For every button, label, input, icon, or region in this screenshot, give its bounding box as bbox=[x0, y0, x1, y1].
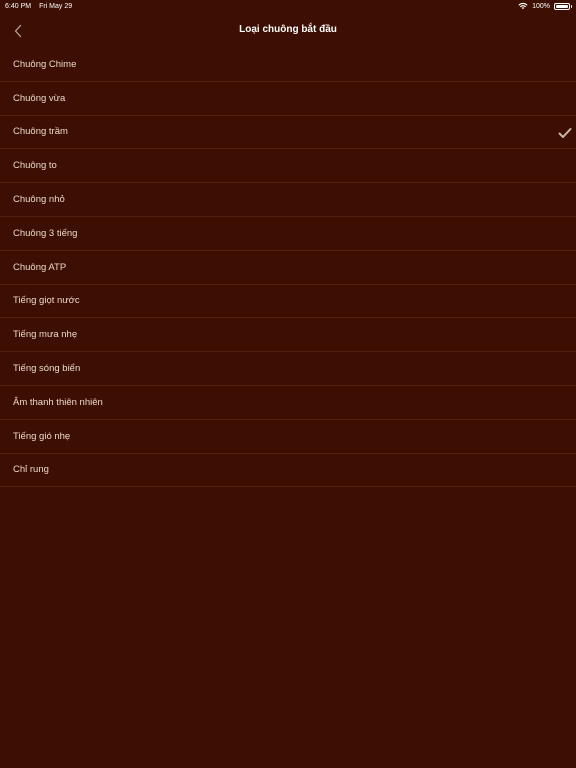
checkmark-icon bbox=[558, 127, 572, 138]
status-left: 6:40 PM Fri May 29 bbox=[5, 3, 72, 10]
list-item[interactable]: Tiếng mưa nhẹ bbox=[0, 318, 576, 353]
list-item[interactable]: Chuông to bbox=[0, 149, 576, 184]
list-item[interactable]: Chuông nhỏ bbox=[0, 183, 576, 217]
list-item[interactable]: Chuông vừa bbox=[0, 82, 576, 116]
list-item[interactable]: Chuông ATP bbox=[0, 251, 576, 285]
battery-icon bbox=[554, 2, 572, 10]
list-item[interactable]: Âm thanh thiên nhiên bbox=[0, 386, 576, 420]
battery-fill bbox=[556, 4, 568, 8]
list-item-label: Tiếng mưa nhẹ bbox=[13, 329, 78, 341]
list-item[interactable]: Tiếng sóng biển bbox=[0, 352, 576, 386]
list-item-label: Chuông vừa bbox=[13, 92, 66, 104]
list-item[interactable]: Chuông Chime bbox=[0, 48, 576, 82]
list-item-label: Chuông trầm bbox=[13, 126, 68, 138]
list-item-label: Chuông Chime bbox=[13, 58, 77, 70]
navigation-bar: Loại chuông bắt đầu bbox=[0, 14, 576, 48]
list-item-label: Chuông ATP bbox=[13, 261, 67, 273]
list-item-label: Tiếng sóng biển bbox=[13, 363, 81, 375]
sound-list: Chuông Chime Chuông vừa Chuông trầm Chuông … bbox=[0, 48, 576, 488]
list-item-label: Tiếng giọt nước bbox=[13, 295, 80, 307]
list-item[interactable]: Tiếng giọt nước bbox=[0, 285, 576, 319]
list-item-label: Chuông to bbox=[13, 160, 57, 172]
status-bar: 6:40 PM Fri May 29 100% bbox=[0, 0, 576, 14]
status-date: Fri May 29 bbox=[39, 3, 73, 10]
list-item-label: Âm thanh thiên nhiên bbox=[13, 396, 103, 408]
list-item-label: Tiếng gió nhẹ bbox=[13, 430, 71, 442]
page-title: Loại chuông bắt đầu bbox=[239, 24, 337, 35]
list-item[interactable]: Tiếng gió nhẹ bbox=[0, 420, 576, 454]
list-item[interactable]: Chỉ rung bbox=[0, 454, 576, 488]
list-item[interactable]: Chuông 3 tiếng bbox=[0, 217, 576, 251]
wifi-icon bbox=[518, 2, 528, 10]
status-time: 6:40 PM bbox=[5, 3, 32, 10]
list-item[interactable]: Chuông trầm bbox=[0, 116, 576, 150]
battery-percent: 100% bbox=[532, 2, 550, 10]
list-item-label: Chuông nhỏ bbox=[13, 194, 65, 206]
list-item-label: Chỉ rung bbox=[13, 464, 49, 476]
list-item-label: Chuông 3 tiếng bbox=[13, 227, 78, 239]
status-right: 100% bbox=[518, 2, 572, 10]
